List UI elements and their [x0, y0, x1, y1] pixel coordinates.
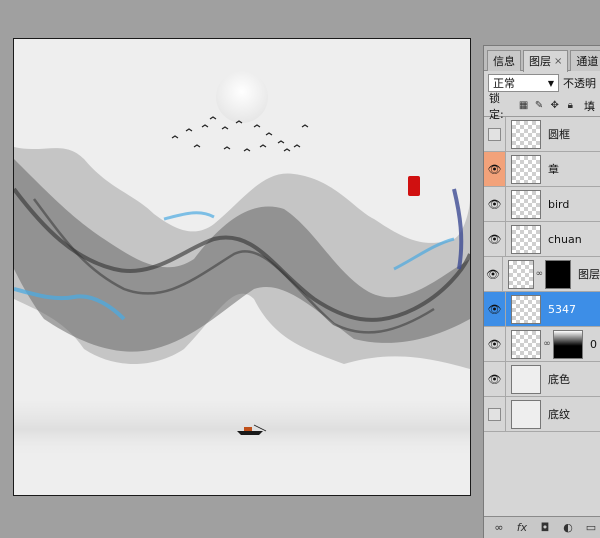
- moon: [216, 71, 268, 123]
- lock-transparency-icon[interactable]: ▦: [518, 100, 530, 112]
- eye-icon: 👁︎: [487, 372, 502, 386]
- layer-name: 圆框: [548, 128, 570, 141]
- lock-all-icon[interactable]: 🔒︎: [564, 100, 576, 112]
- link-icon[interactable]: ∞: [543, 339, 551, 349]
- eye-icon: 👁︎: [485, 267, 500, 281]
- eye-off-icon: [488, 127, 501, 141]
- layer-name: 底纹: [548, 408, 570, 421]
- layer-mask-thumbnail[interactable]: [553, 329, 583, 359]
- layer-name: 底色: [548, 373, 570, 386]
- layer-thumbnail: [511, 154, 541, 184]
- layer-row[interactable]: 👁︎ chuan: [484, 222, 600, 257]
- visibility-toggle[interactable]: 👁︎: [484, 187, 506, 221]
- visibility-toggle[interactable]: [484, 117, 506, 151]
- visibility-toggle[interactable]: 👁︎: [484, 257, 503, 291]
- eye-icon: 👁︎: [487, 197, 502, 211]
- layer-mask-thumbnail[interactable]: [545, 259, 571, 289]
- tab-channels[interactable]: 通道: [570, 50, 600, 71]
- eye-icon: 👁︎: [487, 302, 502, 316]
- layer-thumbnail: [511, 224, 541, 254]
- layer-row[interactable]: 底纹: [484, 397, 600, 432]
- layer-row[interactable]: 圆框: [484, 117, 600, 152]
- eye-icon: 👁︎: [487, 232, 502, 246]
- layer-name: 0: [590, 337, 597, 351]
- layer-thumbnail: [511, 294, 541, 324]
- tab-label: 通道: [576, 54, 599, 68]
- layer-name: chuan: [548, 232, 582, 246]
- layers-panel: 信息 图层 × 通道 正常 ▼ 不透明 锁定: ▦ ✎ ✥ 🔒︎ 填 圆框 👁︎ …: [483, 45, 600, 538]
- fill-label: 填: [584, 99, 596, 113]
- lock-row: 锁定: ▦ ✎ ✥ 🔒︎ 填: [484, 92, 600, 121]
- layer-row[interactable]: 👁︎ ∞ 0: [484, 327, 600, 362]
- visibility-toggle[interactable]: 👁︎: [484, 362, 506, 396]
- ink-landscape-artwork: [14, 71, 470, 459]
- layer-thumbnail: [511, 189, 541, 219]
- layer-thumbnail: [507, 259, 534, 289]
- layers-toolbar: ∞ fx ◘ ◐ ▭: [484, 516, 600, 538]
- adjustment-icon[interactable]: ◐: [561, 521, 575, 534]
- layer-thumbnail: [511, 364, 541, 394]
- folder-icon[interactable]: ▭: [584, 521, 598, 534]
- red-seal: [408, 176, 420, 196]
- visibility-toggle[interactable]: 👁︎: [484, 152, 506, 186]
- eye-icon: 👁︎: [487, 337, 502, 351]
- close-icon[interactable]: ×: [554, 52, 562, 71]
- layer-name: bird: [548, 197, 570, 211]
- lock-move-icon[interactable]: ✥: [549, 100, 561, 112]
- layer-row[interactable]: 👁︎ bird: [484, 187, 600, 222]
- water-haze: [14, 399, 470, 459]
- layer-row[interactable]: 👁︎ ∞ 图层: [484, 257, 600, 292]
- visibility-toggle[interactable]: 👁︎: [484, 292, 506, 326]
- mask-icon[interactable]: ◘: [538, 521, 552, 534]
- mountains: [14, 147, 470, 369]
- lock-brush-icon[interactable]: ✎: [533, 100, 545, 112]
- layer-name: 图层: [577, 268, 600, 281]
- tab-layers[interactable]: 图层 ×: [523, 50, 569, 72]
- layer-list: 圆框 👁︎ 章 👁︎ bird 👁︎ chuan 👁︎ ∞ 图层 👁︎ 5347…: [484, 117, 600, 432]
- layer-name: 5347: [548, 302, 576, 316]
- eye-icon: 👁︎: [487, 162, 502, 176]
- eye-off-icon: [488, 407, 501, 421]
- chevron-down-icon: ▼: [547, 78, 554, 88]
- document-canvas[interactable]: [14, 39, 470, 495]
- tab-label: 信息: [493, 54, 515, 68]
- visibility-toggle[interactable]: 👁︎: [484, 222, 506, 256]
- opacity-label: 不透明: [563, 77, 596, 90]
- layer-row[interactable]: 👁︎ 章: [484, 152, 600, 187]
- link-icon[interactable]: ∞: [536, 269, 544, 279]
- birds: [171, 116, 309, 152]
- layer-row[interactable]: 👁︎ 底色: [484, 362, 600, 397]
- tab-info[interactable]: 信息: [487, 50, 521, 71]
- link-icon[interactable]: ∞: [492, 521, 506, 534]
- layer-name: 章: [548, 163, 559, 176]
- tab-label: 图层: [529, 55, 551, 68]
- layer-thumbnail: [511, 399, 541, 429]
- layer-thumbnail: [511, 329, 541, 359]
- visibility-toggle[interactable]: 👁︎: [484, 327, 506, 361]
- visibility-toggle[interactable]: [484, 397, 506, 431]
- panel-tabs: 信息 图层 × 通道: [484, 46, 600, 72]
- layer-thumbnail: [511, 119, 541, 149]
- fx-icon[interactable]: fx: [515, 521, 529, 534]
- layer-row-selected[interactable]: 👁︎ 5347: [484, 292, 600, 327]
- canvas-frame: [13, 38, 471, 496]
